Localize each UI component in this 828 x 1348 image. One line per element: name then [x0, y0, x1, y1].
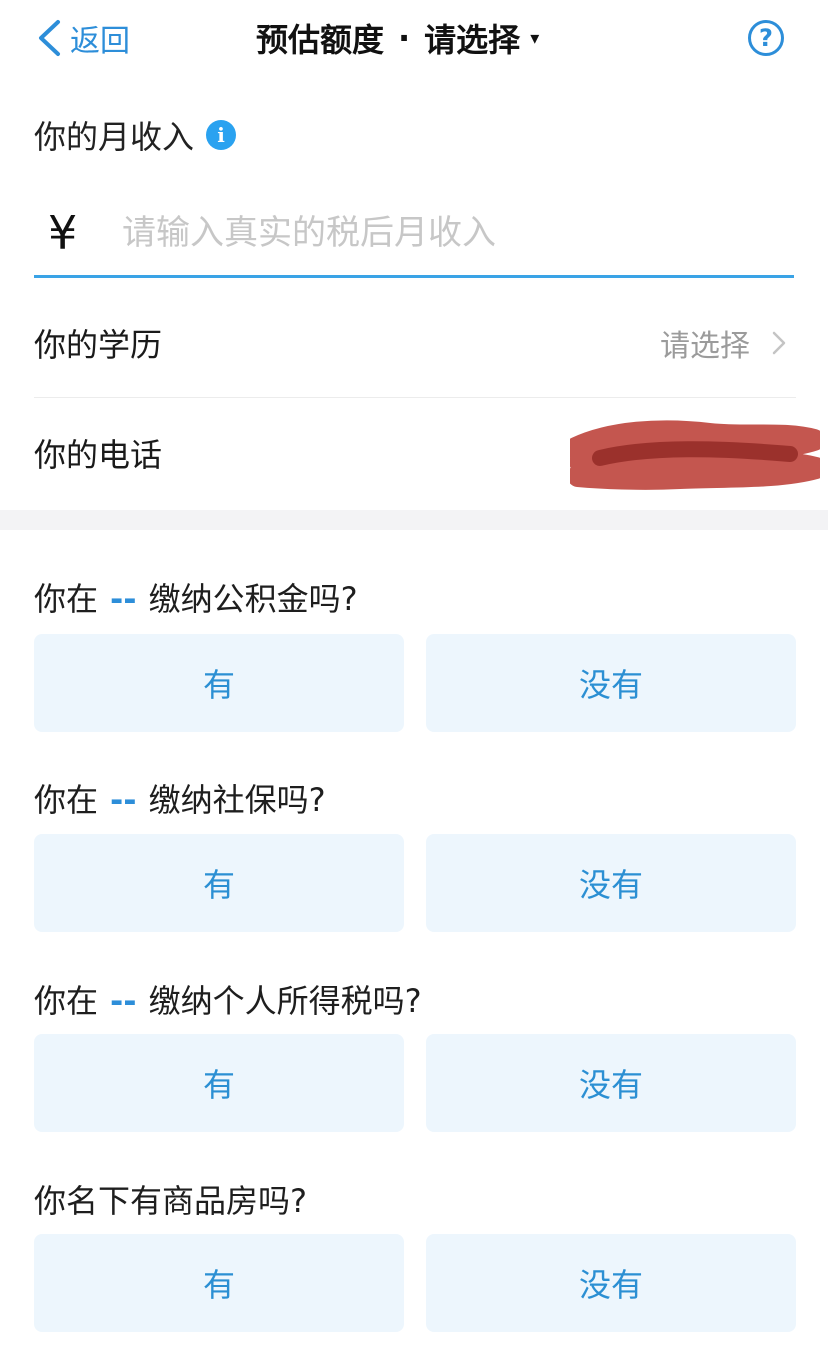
caret-down-icon: ▾ — [530, 27, 540, 49]
title-dropdown[interactable]: 预估额度 · 请选择 ▾ — [256, 16, 539, 60]
info-icon[interactable]: i — [206, 120, 237, 150]
section-divider — [0, 510, 828, 530]
income-label-row: 你的月收入 i — [34, 112, 237, 158]
nav-bar: 返回 预估额度 · 请选择 ▾ ? — [0, 0, 828, 80]
phone-redaction-scribble — [570, 420, 820, 490]
income-tax-no-button[interactable]: 没有 — [426, 1034, 796, 1132]
social-insurance-yes-button[interactable]: 有 — [34, 834, 404, 932]
estimate-limit-page: 返回 预估额度 · 请选择 ▾ ? 你的月收入 i ¥ 你的学历 请选择 你的电… — [0, 0, 828, 1348]
education-value: 请选择 — [660, 328, 750, 364]
education-selector: 请选择 — [660, 321, 796, 365]
question-property: 你名下有商品房吗? — [34, 1182, 307, 1220]
page-title: 预估额度 — [256, 21, 385, 59]
currency-symbol: ¥ — [48, 205, 78, 260]
phone-label: 你的电话 — [34, 436, 163, 474]
social-insurance-no-button[interactable]: 没有 — [426, 834, 796, 932]
chevron-right-icon — [772, 331, 786, 354]
income-label: 你的月收入 — [34, 118, 195, 156]
title-separator: · — [398, 19, 411, 57]
income-field: ¥ — [34, 190, 794, 278]
housing-fund-yes-button[interactable]: 有 — [34, 634, 404, 732]
property-no-button[interactable]: 没有 — [426, 1234, 796, 1332]
income-tax-yes-button[interactable]: 有 — [34, 1034, 404, 1132]
question-social-insurance: 你在 -- 缴纳社保吗? — [34, 781, 326, 819]
help-icon[interactable]: ? — [748, 20, 784, 56]
education-label: 你的学历 — [34, 325, 163, 364]
housing-fund-no-button[interactable]: 没有 — [426, 634, 796, 732]
education-row[interactable]: 你的学历 请选择 — [34, 288, 796, 398]
question-income-tax: 你在 -- 缴纳个人所得税吗? — [34, 982, 422, 1020]
back-button[interactable]: 返回 — [36, 18, 130, 59]
title-select-label: 请选择 — [424, 21, 521, 59]
question-housing-fund: 你在 -- 缴纳公积金吗? — [34, 580, 358, 618]
property-yes-button[interactable]: 有 — [34, 1234, 404, 1332]
chevron-left-icon — [39, 20, 60, 56]
back-label: 返回 — [70, 24, 130, 59]
income-input[interactable] — [122, 212, 762, 253]
